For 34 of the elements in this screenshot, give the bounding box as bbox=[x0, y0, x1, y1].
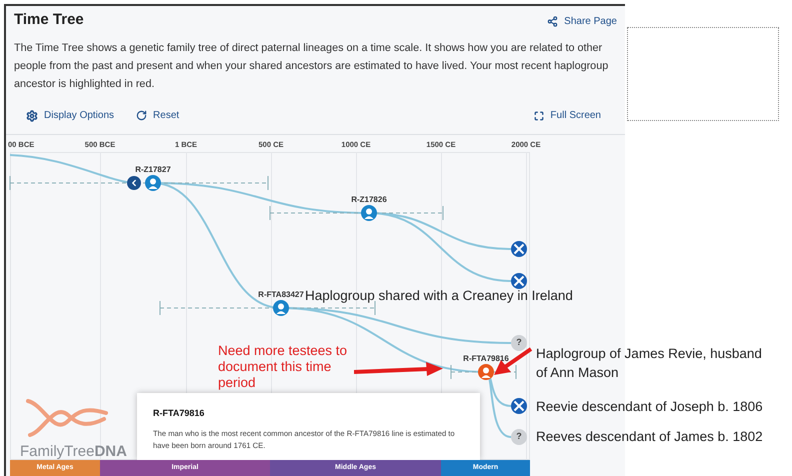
date-range-bar bbox=[450, 364, 517, 378]
annotation-text: Haplogroup shared with a Creaney in Ireland bbox=[305, 287, 573, 305]
annotation-text: Reevie descendant of Joseph b. 1806 bbox=[536, 398, 763, 416]
page-title: Time Tree bbox=[14, 10, 84, 30]
unknown-leaf[interactable]: ? bbox=[511, 428, 527, 444]
person-node-icon[interactable] bbox=[273, 300, 289, 316]
person-node-icon[interactable] bbox=[478, 364, 494, 380]
full-screen-button[interactable]: Full Screen bbox=[534, 108, 601, 123]
node-label: R-FTA83427 bbox=[257, 290, 305, 298]
brand-logo-text: FamilyTreeDNA bbox=[20, 442, 127, 462]
dna-helix-logo-icon bbox=[24, 396, 110, 438]
unknown-leaf[interactable]: ? bbox=[511, 334, 527, 350]
person-node-icon[interactable] bbox=[145, 174, 161, 190]
annotation-text: Reeves descendant of James b. 1802 bbox=[536, 428, 763, 446]
display-options-button[interactable]: Display Options bbox=[26, 108, 114, 123]
reset-button[interactable]: Reset bbox=[136, 108, 180, 123]
flag-icon[interactable] bbox=[511, 240, 527, 256]
gear-icon bbox=[26, 110, 38, 122]
node-label: R-FTA79816 bbox=[462, 354, 510, 362]
reset-icon bbox=[136, 110, 148, 121]
annotation-text: Haplogroup of James Revie, husband of Ann Mason bbox=[536, 345, 763, 382]
collapse-button[interactable] bbox=[127, 176, 141, 190]
share-icon bbox=[547, 16, 558, 27]
chevron-left-icon bbox=[129, 178, 139, 188]
flag-icon[interactable] bbox=[511, 398, 527, 414]
annotation-text: Need more testees to document this time period bbox=[218, 343, 348, 391]
flag-icon[interactable] bbox=[511, 272, 527, 288]
description-text: The Time Tree shows a genetic family tree of direct paternal lineages on a time scale. It shows how you are related to other people from the past and present and when your shared ancestors are estimated to have lived. Your most recent haplogroup ancestor is highlighted in red. bbox=[13, 40, 610, 92]
popup-title: R-FTA79816 bbox=[153, 406, 206, 420]
node-label: R-Z17827 bbox=[134, 166, 172, 174]
share-page-link[interactable]: Share Page bbox=[547, 14, 617, 29]
person-node-icon[interactable] bbox=[361, 204, 377, 220]
node-label: R-Z17826 bbox=[350, 196, 388, 204]
full-screen-icon bbox=[534, 110, 544, 120]
